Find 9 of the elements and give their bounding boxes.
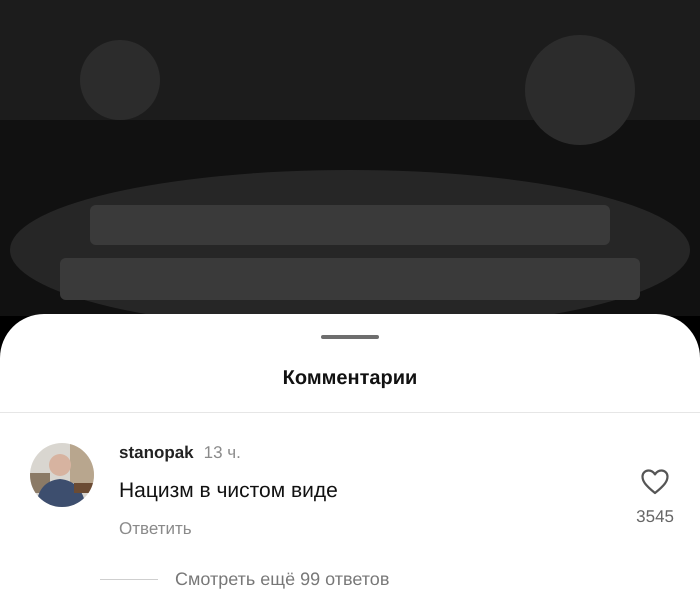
- reply-link[interactable]: Ответить: [119, 519, 192, 539]
- comment-time: 13 ч.: [204, 443, 241, 463]
- view-replies-link[interactable]: Смотреть ещё 99 ответов: [175, 569, 390, 590]
- sheet-title: Комментарии: [282, 367, 418, 390]
- drag-handle[interactable]: [321, 335, 379, 339]
- username[interactable]: stanopak: [119, 443, 194, 463]
- heart-icon[interactable]: [641, 469, 670, 495]
- comment-text: Нацизм в чистом виде: [119, 479, 338, 503]
- like-count: 3545: [636, 507, 674, 527]
